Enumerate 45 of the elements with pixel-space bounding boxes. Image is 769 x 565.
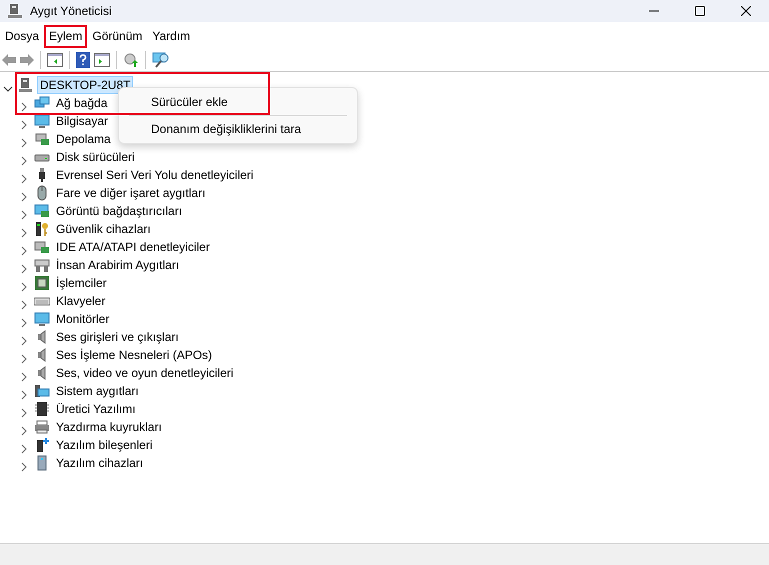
chip-icon [34,401,50,417]
tree-item[interactable]: DESKTOP-2U8T [37,76,134,94]
system-icon [34,383,50,399]
monitor-icon [34,113,50,129]
key-icon [34,221,50,237]
tree-item[interactable]: Üretici Yazılımı [53,400,139,418]
component-icon [34,437,50,453]
menu-item[interactable]: Yardım [147,25,196,48]
tree-item[interactable]: İşlemciler [53,274,110,292]
tree-item[interactable]: İnsan Arabirim Aygıtları [53,256,182,274]
maximize-icon[interactable] [695,6,705,16]
menu-item[interactable]: Dosya [0,25,44,48]
menu-item[interactable]: Görünüm [87,25,148,48]
tree-item[interactable]: Güvenlik cihazları [53,220,154,238]
tree-item[interactable]: Fare ve diğer işaret aygıtları [53,184,208,202]
tree-item[interactable]: Disk sürücüleri [53,148,138,166]
menu-item[interactable]: Sürücüler ekle [123,92,353,112]
tree-item[interactable]: Klavyeler [53,292,108,310]
tree-item[interactable]: Görüntü bağdaştırıcıları [53,202,186,220]
tree-item[interactable]: Ses İşleme Nesneleri (APOs) [53,346,216,364]
menu-item[interactable]: Eylem [44,25,88,48]
menu-item[interactable]: Donanım değişikliklerini tara [123,119,353,139]
tree-item[interactable]: IDE ATA/ATAPI denetleyiciler [53,238,213,256]
computer-icon [8,3,22,19]
display-adapter-icon [34,203,50,219]
monitor-icon [34,311,50,327]
tree-item[interactable]: Sistem aygıtları [53,382,142,400]
tree-item[interactable]: Evrensel Seri Veri Yolu denetleyicileri [53,166,256,184]
close-icon[interactable] [741,6,751,16]
computer-icon [18,77,34,93]
tree-item[interactable]: Bilgisayar [53,112,112,130]
tree-item[interactable]: Ses girişleri ve çıkışları [53,328,182,346]
tree-item[interactable]: Yazılım cihazları [53,454,146,472]
tree-item[interactable]: Yazılım bileşenleri [53,436,156,454]
chip-icon [34,275,50,291]
printer-icon [34,419,50,435]
tree-item[interactable]: Monitörler [53,310,112,328]
controller-icon [34,239,50,255]
tree-item[interactable]: Ağ bağda [53,94,110,112]
window-title: Aygıt Yöneticisi [30,3,112,20]
tree-item[interactable]: Depolama [53,130,114,148]
tree-item[interactable]: Yazdırma kuyrukları [53,418,165,436]
storage-icon [34,131,50,147]
help-icon[interactable] [74,50,92,70]
tree-item[interactable]: Ses, video ve oyun denetleyicileri [53,364,236,382]
